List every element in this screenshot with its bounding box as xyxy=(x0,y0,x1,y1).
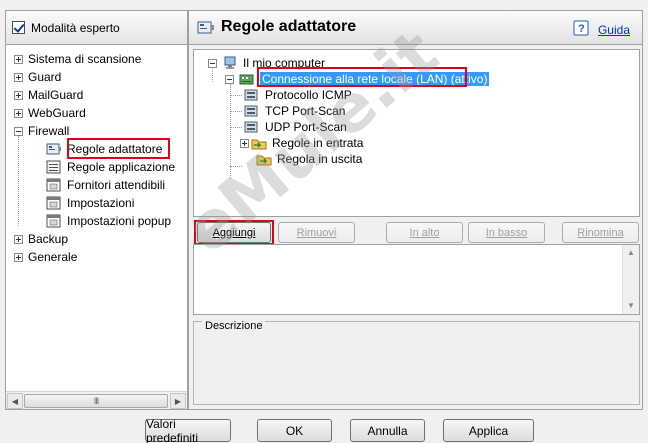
expand-icon[interactable] xyxy=(14,234,23,244)
collapse-icon[interactable] xyxy=(225,74,234,84)
expert-mode-bar: Modalità esperto xyxy=(6,11,187,45)
tree-item-outgoing-rules[interactable]: Regola in uscita xyxy=(256,150,362,168)
expert-mode-label[interactable]: Modalità esperto xyxy=(31,21,120,35)
tree-item-label: Regola in uscita xyxy=(277,152,363,166)
ok-button[interactable]: OK xyxy=(257,419,332,442)
cancel-button[interactable]: Annulla xyxy=(350,419,425,442)
protocol-rule-icon xyxy=(244,120,260,134)
tree-item-backup[interactable]: Backup xyxy=(14,230,68,248)
network-adapter-icon xyxy=(46,142,62,156)
tree-item-generale[interactable]: Generale xyxy=(14,248,77,266)
tree-item-label: UDP Port-Scan xyxy=(265,120,347,134)
expand-icon[interactable] xyxy=(14,108,23,118)
move-up-button-label: In alto xyxy=(409,226,440,239)
protocol-rule-icon xyxy=(244,88,260,102)
tree-item-mailguard[interactable]: MailGuard xyxy=(14,86,83,104)
expand-icon[interactable] xyxy=(14,54,23,64)
settings-window-icon xyxy=(46,196,62,210)
tree-guide-line xyxy=(230,111,242,112)
config-tree-panel: Modalità esperto Sistema di scansione Gu… xyxy=(5,10,188,410)
remove-button[interactable]: Rimuovi xyxy=(278,222,355,243)
computer-icon xyxy=(222,56,238,70)
incoming-folder-icon xyxy=(251,136,267,150)
tree-item-label: Regole applicazione xyxy=(67,160,176,174)
expert-mode-checkbox[interactable] xyxy=(12,21,25,34)
highlight-box-connection xyxy=(257,67,467,87)
move-down-button-label: In basso xyxy=(485,226,528,239)
tree-item-label: Guard xyxy=(28,70,62,84)
scroll-down-arrow-icon[interactable]: ▼ xyxy=(627,301,635,310)
collapse-icon[interactable] xyxy=(208,58,217,68)
tree-item-fornitori-attendibili[interactable]: Fornitori attendibili xyxy=(46,176,165,194)
tree-item-label: MailGuard xyxy=(28,88,84,102)
tree-item-guard[interactable]: Guard xyxy=(14,68,61,86)
tree-item-firewall[interactable]: Firewall xyxy=(14,122,69,140)
help-link-label[interactable]: Guida xyxy=(598,23,630,37)
description-label: Descrizione xyxy=(202,320,266,332)
help-link[interactable]: ? Guida xyxy=(572,19,630,40)
tree-item-impostazioni[interactable]: Impostazioni xyxy=(46,194,134,212)
network-adapter-icon xyxy=(197,20,215,38)
remove-button-label: Rimuovi xyxy=(296,226,337,239)
tree-guide-line xyxy=(230,127,242,128)
network-connection-icon xyxy=(239,72,255,86)
highlight-box-regole-adattatore xyxy=(67,138,170,159)
help-book-icon: ? xyxy=(572,19,592,40)
svg-text:?: ? xyxy=(578,23,585,35)
outgoing-folder-icon xyxy=(256,152,272,166)
description-group: Descrizione xyxy=(193,320,640,405)
panel-header: Regole adattatore ? Guida xyxy=(189,11,642,45)
rule-details-box[interactable]: ▲ ▼ xyxy=(193,244,640,315)
tree-item-label: WebGuard xyxy=(28,106,86,120)
collapse-icon[interactable] xyxy=(14,126,23,136)
rename-button-label: Rinomina xyxy=(577,226,624,239)
tree-item-label: Impostazioni popup xyxy=(67,214,172,228)
tree-item-webguard[interactable]: WebGuard xyxy=(14,104,86,122)
rename-button[interactable]: Rinomina xyxy=(562,222,639,243)
tree-item-label: Backup xyxy=(28,232,69,246)
expand-icon[interactable] xyxy=(14,90,23,100)
app-list-icon xyxy=(46,160,62,174)
settings-window-icon xyxy=(46,214,62,228)
tree-item-label: Sistema di scansione xyxy=(28,52,142,66)
tree-guide-line xyxy=(18,136,19,226)
move-down-button[interactable]: In basso xyxy=(468,222,545,243)
scroll-right-arrow-icon[interactable]: ▶ xyxy=(170,393,186,409)
expand-icon[interactable] xyxy=(14,72,23,82)
tree-item-regole-applicazione[interactable]: Regole applicazione xyxy=(46,158,175,176)
tree-item-label: Impostazioni xyxy=(67,196,135,210)
tree-item-label: Protocollo ICMP xyxy=(265,88,352,102)
tree-guide-line xyxy=(230,95,242,96)
tree-item-impostazioni-popup[interactable]: Impostazioni popup xyxy=(46,212,171,230)
move-up-button[interactable]: In alto xyxy=(386,222,463,243)
tree-item-sistema-di-scansione[interactable]: Sistema di scansione xyxy=(14,50,141,68)
tree-item-label: Regole in entrata xyxy=(272,136,364,150)
tree-guide-line xyxy=(230,166,242,167)
horizontal-scrollbar[interactable]: ◀ III ▶ xyxy=(6,391,187,409)
defaults-button[interactable]: Valori predefiniti xyxy=(145,417,231,443)
expand-icon[interactable] xyxy=(14,252,23,262)
expand-icon[interactable] xyxy=(240,138,249,148)
adapter-rules-panel: Regole adattatore ? Guida Il mio compute… xyxy=(188,10,643,410)
tree-item-label: Generale xyxy=(28,250,78,264)
scroll-thumb[interactable]: III xyxy=(24,394,168,408)
apply-button[interactable]: Applica xyxy=(443,419,534,442)
tree-item-label: TCP Port-Scan xyxy=(265,104,346,118)
tree-item-label: Firewall xyxy=(28,124,70,138)
protocol-rule-icon xyxy=(244,104,260,118)
scroll-up-arrow-icon[interactable]: ▲ xyxy=(627,248,635,257)
tree-item-label: Fornitori attendibili xyxy=(67,178,166,192)
tree-guide-line xyxy=(230,84,231,178)
highlight-box-add xyxy=(194,220,274,245)
vertical-scrollbar[interactable]: ▲ ▼ xyxy=(622,245,639,314)
scroll-left-arrow-icon[interactable]: ◀ xyxy=(7,393,23,409)
settings-window-icon xyxy=(46,178,62,192)
adapter-rules-tree[interactable]: Il mio computer Connessione alla rete lo… xyxy=(193,49,640,217)
page-title: Regole adattatore xyxy=(221,18,357,35)
